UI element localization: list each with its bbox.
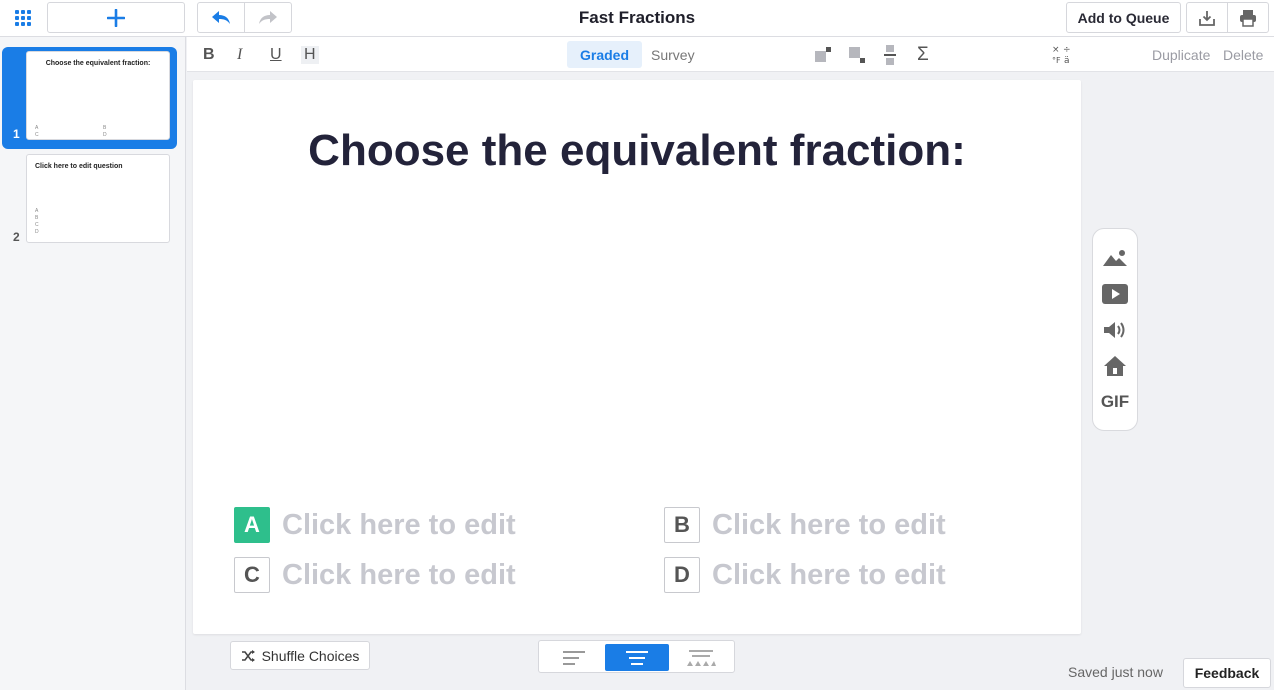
underline-button[interactable]: U	[270, 46, 282, 64]
slide-thumbnail-1[interactable]: 1 Choose the equivalent fraction: A C B …	[2, 47, 177, 149]
delete-button[interactable]: Delete	[1223, 47, 1263, 63]
slide-preview: Click here to edit question A B C D	[26, 154, 170, 243]
align-left-button[interactable]	[542, 644, 606, 671]
choice-d[interactable]: D Click here to edit	[664, 557, 946, 593]
slide-preview: Choose the equivalent fraction: A C B D	[26, 51, 170, 140]
shuffle-choices-button[interactable]: Shuffle Choices	[230, 641, 370, 670]
slide-preview-title: Click here to edit question	[35, 163, 123, 170]
gif-icon[interactable]: GIF	[1101, 390, 1129, 414]
align-center-button[interactable]	[605, 644, 669, 671]
grid-layout-button[interactable]	[669, 644, 733, 671]
print-button[interactable]	[1227, 2, 1269, 33]
svg-text:×: ×	[1052, 45, 1060, 55]
top-bar: Fast Fractions Add to Queue	[0, 0, 1274, 37]
slide-sidebar: 1 Choose the equivalent fraction: A C B …	[0, 37, 186, 690]
choice-text-d[interactable]: Click here to edit	[712, 559, 946, 592]
slide-number: 2	[13, 230, 20, 244]
insert-audio-button[interactable]	[1101, 318, 1129, 342]
choice-b[interactable]: B Click here to edit	[664, 507, 946, 543]
choice-letter-b[interactable]: B	[664, 507, 700, 543]
insert-embed-button[interactable]	[1101, 354, 1129, 378]
video-icon	[1102, 284, 1128, 304]
insert-image-button[interactable]	[1101, 246, 1129, 270]
add-to-queue-button[interactable]: Add to Queue	[1066, 2, 1181, 33]
slide-preview-title: Choose the equivalent fraction:	[45, 60, 151, 67]
print-icon	[1240, 9, 1256, 27]
choice-layout-group	[538, 640, 735, 673]
format-toolbar: B I U H Graded Survey Σ × ÷ °F ä Duplica…	[187, 37, 1274, 72]
subscript-icon[interactable]	[848, 47, 866, 63]
italic-button[interactable]: I	[237, 46, 242, 64]
svg-text:°F: °F	[1052, 56, 1061, 65]
audio-icon	[1104, 322, 1125, 338]
choice-text-b[interactable]: Click here to edit	[712, 509, 946, 542]
download-icon	[1199, 10, 1215, 26]
choice-text-c[interactable]: Click here to edit	[282, 559, 516, 592]
special-characters-icon[interactable]: × ÷ °F ä	[1051, 43, 1073, 65]
grid-icon	[15, 9, 31, 26]
choice-c[interactable]: C Click here to edit	[234, 557, 516, 593]
choice-a[interactable]: A Click here to edit	[234, 507, 516, 543]
redo-button[interactable]	[244, 2, 292, 33]
choice-text-a[interactable]: Click here to edit	[282, 509, 516, 542]
undo-icon	[212, 10, 230, 24]
sigma-icon[interactable]: Σ	[917, 44, 929, 66]
bold-button[interactable]: B	[203, 46, 215, 64]
duplicate-button[interactable]: Duplicate	[1152, 47, 1210, 63]
media-panel: GIF	[1092, 228, 1138, 431]
question-text[interactable]: Choose the equivalent fraction:	[193, 126, 1081, 176]
grid-menu-button[interactable]	[4, 2, 42, 33]
heading-button[interactable]: H	[301, 46, 319, 64]
shuffle-choices-label: Shuffle Choices	[261, 647, 360, 664]
add-slide-button[interactable]	[47, 2, 185, 33]
plus-icon	[107, 8, 125, 27]
undo-button[interactable]	[197, 2, 245, 33]
choice-letter-a[interactable]: A	[234, 507, 270, 543]
slide-number: 1	[13, 127, 20, 141]
tab-survey[interactable]: Survey	[638, 41, 708, 68]
svg-text:ä: ä	[1064, 56, 1070, 65]
align-left-icon	[563, 650, 585, 665]
align-center-icon	[626, 650, 648, 665]
choice-letter-c[interactable]: C	[234, 557, 270, 593]
svg-text:÷: ÷	[1063, 45, 1071, 55]
redo-icon	[259, 10, 277, 24]
saved-status: Saved just now	[1068, 664, 1163, 680]
slide-canvas: Choose the equivalent fraction: A Click …	[193, 80, 1081, 634]
superscript-icon[interactable]	[814, 47, 832, 63]
slide-thumbnail-2[interactable]: 2 Click here to edit question A B C D	[2, 150, 177, 252]
feedback-button[interactable]: Feedback	[1183, 658, 1271, 688]
choice-letter-d[interactable]: D	[664, 557, 700, 593]
page-title: Fast Fractions	[578, 8, 696, 27]
fraction-icon[interactable]	[884, 45, 896, 65]
image-icon	[1103, 250, 1127, 266]
download-button[interactable]	[1186, 2, 1228, 33]
house-icon	[1104, 356, 1126, 376]
grid-layout-icon	[687, 649, 716, 666]
shuffle-icon	[241, 649, 255, 662]
tab-graded[interactable]: Graded	[567, 41, 643, 68]
insert-video-button[interactable]	[1101, 282, 1129, 306]
